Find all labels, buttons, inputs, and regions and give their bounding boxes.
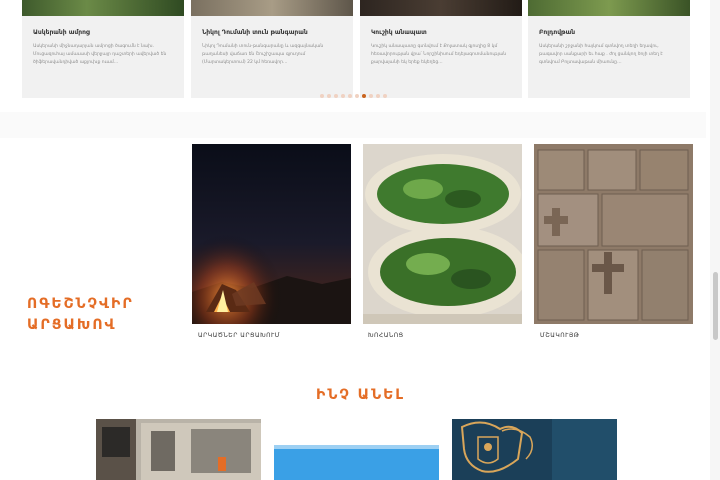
activity-card-documents[interactable] — [452, 419, 617, 480]
carousel-pagination — [320, 93, 387, 99]
inspire-title-line1: ՈԳԵՇՆՉՎԻՐ — [27, 296, 134, 312]
page-scrollbar-thumb[interactable] — [713, 272, 718, 340]
page-scrollbar-track[interactable] — [710, 0, 720, 480]
lavash-wrap-image — [363, 144, 522, 324]
inspire-title: ՈԳԵՇՆՉՎԻՐ ԱՐՑԱԽՈՎ — [27, 294, 134, 336]
attraction-card-image — [191, 0, 353, 16]
attraction-card-description: Նիկոլ Դումանի տուն-թանգարանը և ազգայնակա… — [202, 44, 324, 65]
carousel-dot[interactable] — [327, 94, 331, 98]
carousel-dot[interactable] — [341, 94, 345, 98]
tile-culture[interactable] — [534, 144, 693, 324]
attraction-card-kushik[interactable]: Կուշիկ անապատ Կուշիկ անապատը գտնվում է Ք… — [360, 0, 522, 98]
attraction-card-image — [360, 0, 522, 16]
carousel-dot[interactable] — [369, 94, 373, 98]
carousel-dot[interactable] — [355, 94, 359, 98]
carousel-dot[interactable] — [376, 94, 380, 98]
activity-card-nature[interactable] — [274, 445, 439, 480]
coat-of-arms-image — [452, 419, 617, 480]
campfire-image — [192, 144, 351, 324]
attraction-card-title: Կուշիկ անապատ — [371, 29, 427, 36]
tile-adventures[interactable] — [192, 144, 351, 324]
bus-image — [96, 419, 261, 480]
khachkar-stone-image — [534, 144, 693, 324]
attraction-card-title: Բոլդովթան — [539, 29, 576, 36]
inspire-title-line2: ԱՐՑԱԽՈՎ — [27, 317, 117, 333]
tile-culture-caption[interactable]: ՄՇԱԿՈՒՅԹ — [540, 332, 579, 339]
carousel-dot[interactable] — [383, 94, 387, 98]
sky-image — [274, 445, 439, 480]
carousel-dot[interactable] — [334, 94, 338, 98]
tile-cuisine-caption[interactable]: ԽՈՀԱՆՈՑ — [368, 332, 404, 339]
attraction-card-description: Կուշիկ անապատը գտնվում է Քոլատակ գյուղից… — [371, 44, 507, 65]
attraction-card-askeran[interactable]: Ասկերանի ամրոց Ասկերանի միջնադարյան ամրո… — [22, 0, 184, 98]
tile-cuisine[interactable] — [363, 144, 522, 324]
attraction-card-description: Ասկերանի շրջանի հայկում գտնվող տեղի եղավ… — [539, 44, 663, 65]
activity-card-transport[interactable] — [96, 419, 261, 480]
attractions-carousel: Ասկերանի ամրոց Ասկերանի միջնադարյան ամրո… — [0, 0, 706, 112]
carousel-dot[interactable] — [320, 94, 324, 98]
attraction-card-boltavatan[interactable]: Բոլդովթան Ասկերանի շրջանի հայկում գտնվող… — [528, 0, 690, 98]
carousel-dot[interactable] — [362, 94, 366, 98]
attraction-card-title: Ասկերանի ամրոց — [33, 29, 90, 36]
attraction-card-image — [528, 0, 690, 16]
tile-adventures-caption[interactable]: ԱՐԿԱԾՆԵՐ ԱՐՑԱԽՈՒՄ — [198, 332, 280, 339]
attraction-card-nikol-duman[interactable]: Նիկոլ Դումանի տուն թանգարան Նիկոլ Դուման… — [191, 0, 353, 98]
what-to-do-title: ԻՆՉ ԱՆԵԼ — [316, 387, 406, 403]
carousel-dot[interactable] — [348, 94, 352, 98]
section-divider — [0, 112, 706, 138]
attraction-card-image — [22, 0, 184, 16]
attraction-card-description: Ասկերանի միջնադարյան ամրոցի ծագումն է նա… — [33, 44, 167, 65]
attraction-card-title: Նիկոլ Դումանի տուն թանգարան — [202, 29, 308, 36]
